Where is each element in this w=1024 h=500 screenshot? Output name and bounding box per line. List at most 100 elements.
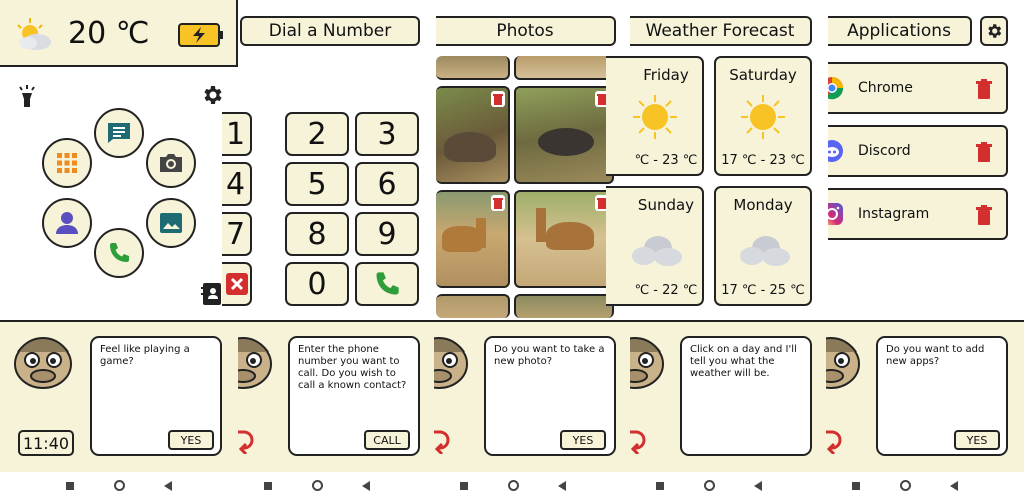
- delete-key[interactable]: [222, 262, 252, 306]
- weather-day-label: Sunday: [637, 196, 695, 214]
- partly-cloudy-icon: [17, 18, 51, 50]
- camera-button[interactable]: [146, 138, 196, 188]
- app-item-chrome[interactable]: Chrome: [828, 62, 1008, 114]
- back-icon[interactable]: [754, 481, 762, 491]
- home-icon[interactable]: [900, 480, 911, 491]
- messages-button[interactable]: [94, 108, 144, 158]
- close-icon: [226, 273, 248, 295]
- home-icon[interactable]: [312, 480, 323, 491]
- yes-button[interactable]: YES: [168, 430, 214, 450]
- user-icon: [56, 212, 78, 234]
- weather-day-label: Monday: [733, 196, 793, 214]
- recents-icon[interactable]: [852, 482, 860, 490]
- home-icon[interactable]: [508, 480, 519, 491]
- key-7[interactable]: 7: [222, 212, 252, 256]
- key-2[interactable]: 2: [285, 112, 349, 156]
- weather-temp: 17 ℃ - 23 ℃: [721, 153, 805, 168]
- apps-settings-button[interactable]: [980, 16, 1008, 46]
- yes-button[interactable]: YES: [560, 430, 606, 450]
- app-name: Discord: [858, 143, 911, 159]
- photo-thumb[interactable]: [514, 294, 614, 318]
- back-icon[interactable]: [164, 481, 172, 491]
- weather-day-saturday[interactable]: Saturday 17 ℃ - 23 ℃: [714, 56, 812, 176]
- key-6[interactable]: 6: [355, 162, 419, 206]
- recents-icon[interactable]: [656, 482, 664, 490]
- instagram-icon: [828, 203, 843, 225]
- back-icon[interactable]: [362, 481, 370, 491]
- tortoise-mascot-icon: [826, 336, 860, 389]
- home-icon[interactable]: [114, 480, 125, 491]
- speech-text: Enter the phone number you want to call.…: [298, 344, 407, 391]
- photo-camel[interactable]: [436, 190, 510, 288]
- weather-day-label: Friday: [643, 66, 689, 84]
- key-3[interactable]: 3: [355, 112, 419, 156]
- photo-thumb[interactable]: [514, 56, 614, 80]
- back-icon[interactable]: [558, 481, 566, 491]
- key-0[interactable]: 0: [285, 262, 349, 306]
- app-name: Instagram: [858, 206, 930, 222]
- call-button[interactable]: CALL: [364, 430, 410, 450]
- clock-widget: 11:40: [18, 430, 74, 456]
- weather-temp: ℃ - 23 ℃: [634, 153, 698, 168]
- back-arrow-icon[interactable]: [238, 430, 256, 454]
- back-icon[interactable]: [950, 481, 958, 491]
- delete-photo-button[interactable]: [491, 91, 505, 107]
- photo-camel[interactable]: [514, 190, 614, 288]
- photo-thumb[interactable]: [436, 294, 510, 318]
- delete-photo-button[interactable]: [491, 195, 505, 211]
- back-arrow-icon[interactable]: [630, 430, 648, 454]
- call-key[interactable]: [355, 262, 419, 306]
- sun-icon: [633, 95, 677, 139]
- weather-temp: ℃ - 22 ℃: [634, 283, 698, 298]
- speech-bubble-weather: Click on a day and I'll tell you what th…: [680, 336, 812, 456]
- photo-thumb[interactable]: [436, 56, 510, 80]
- gallery-button[interactable]: [146, 198, 196, 248]
- yes-button[interactable]: YES: [954, 430, 1000, 450]
- flashlight-icon[interactable]: [16, 84, 38, 108]
- photo-tortoise[interactable]: [436, 86, 510, 184]
- weather-day-label: Saturday: [729, 66, 797, 84]
- image-icon: [160, 213, 182, 233]
- speech-text: Do you want to add new apps?: [886, 344, 985, 367]
- back-arrow-icon[interactable]: [826, 430, 844, 454]
- tortoise-mascot-icon: [630, 336, 664, 389]
- key-4[interactable]: 4: [222, 162, 252, 206]
- trash-icon: [493, 198, 503, 209]
- sun-icon: [741, 95, 785, 139]
- trash-icon[interactable]: [976, 79, 992, 99]
- weather-temp: 17 ℃ - 25 ℃: [721, 283, 805, 298]
- recents-icon[interactable]: [264, 482, 272, 490]
- status-widget: 20 ℃: [0, 0, 238, 67]
- battery-charging-icon: [178, 23, 223, 47]
- phone-icon: [376, 272, 399, 295]
- trash-icon[interactable]: [976, 142, 992, 162]
- address-book-icon[interactable]: [201, 282, 223, 306]
- app-item-instagram[interactable]: Instagram: [828, 188, 1008, 240]
- key-9[interactable]: 9: [355, 212, 419, 256]
- app-name: Chrome: [858, 80, 913, 96]
- temperature-text: 20 ℃: [68, 16, 150, 51]
- key-8[interactable]: 8: [285, 212, 349, 256]
- photo-boar[interactable]: [514, 86, 614, 184]
- chrome-icon: [828, 77, 844, 100]
- trash-icon[interactable]: [976, 205, 992, 225]
- apps-grid-button[interactable]: [42, 138, 92, 188]
- settings-icon[interactable]: [200, 83, 224, 107]
- key-5[interactable]: 5: [285, 162, 349, 206]
- app-item-discord[interactable]: Discord: [828, 125, 1008, 177]
- weather-day-friday[interactable]: Friday ℃ - 23 ℃: [606, 56, 704, 176]
- recents-icon[interactable]: [66, 482, 74, 490]
- weather-day-monday[interactable]: Monday 17 ℃ - 25 ℃: [714, 186, 812, 306]
- key-1[interactable]: 1: [222, 112, 252, 156]
- phone-icon: [110, 243, 129, 262]
- phone-button[interactable]: [94, 228, 144, 278]
- weather-day-sunday[interactable]: Sunday ℃ - 22 ℃: [606, 186, 704, 306]
- back-arrow-icon[interactable]: [434, 430, 452, 454]
- discord-icon: [828, 140, 843, 162]
- home-icon[interactable]: [704, 480, 715, 491]
- grid-icon: [57, 153, 77, 173]
- speech-text: Feel like playing a game?: [100, 344, 190, 367]
- weather-title: Weather Forecast: [630, 16, 812, 46]
- contacts-button[interactable]: [42, 198, 92, 248]
- recents-icon[interactable]: [460, 482, 468, 490]
